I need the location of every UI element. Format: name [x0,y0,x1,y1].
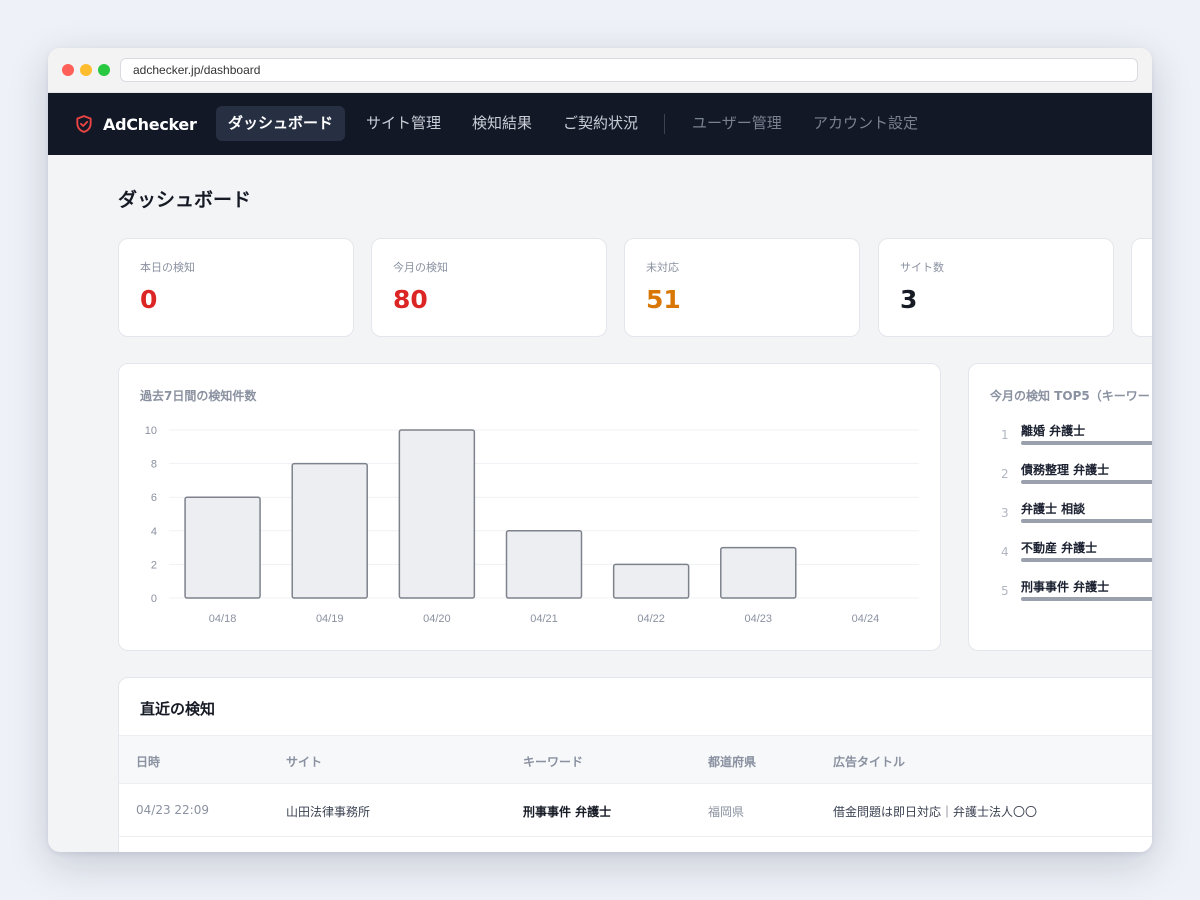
stat-card-month: 今月の検知 80 [371,238,607,337]
x-tick-label: 04/22 [637,613,665,625]
table-header: 日時 サイト キーワード 都道府県 広告タイトル [119,735,1152,784]
rank-number: 4 [1001,545,1009,559]
rank-keyword: 債務整理 弁護士 [1021,463,1110,477]
x-tick-label: 04/23 [745,613,773,625]
browser-titlebar: adchecker.jp/dashboard [48,48,1152,93]
table-row[interactable]: 04/23 22:09 山田法律事務所 刑事事件 弁護士 福岡県 借金問題は即日… [119,784,1152,837]
recent-detections-card: 直近の検知 日時 サイト キーワード 都道府県 広告タイトル 04/23 22:… [118,677,1152,852]
minimize-window-button[interactable] [80,64,92,76]
y-tick-label: 6 [151,492,157,504]
rank-number: 2 [1001,467,1009,481]
top5-item: 4 不動産 弁護士 [989,539,1152,575]
column-header[interactable]: サイト [286,753,322,770]
rank-number: 3 [1001,506,1009,520]
stat-label: 今月の検知 [393,261,448,274]
rank-keyword: 不動産 弁護士 [1021,541,1098,555]
cell-ad-title: 借金問題は即日対応｜弁護士法人〇〇 [833,805,1038,819]
rank-number: 1 [1001,428,1009,442]
nav-detection-results[interactable]: 検知結果 [460,106,544,141]
maximize-window-button[interactable] [98,64,110,76]
stat-card-partial [1131,238,1152,337]
cell-keyword: 刑事事件 弁護士 [523,805,612,819]
x-tick-label: 04/18 [209,613,237,625]
top5-item: 2 債務整理 弁護士 [989,461,1152,497]
stat-label: 本日の検知 [140,261,195,274]
address-bar[interactable]: adchecker.jp/dashboard [120,58,1138,82]
bar [398,429,476,599]
shield-check-icon [76,115,92,133]
stat-label: サイト数 [900,261,944,274]
x-tick-label: 04/20 [423,613,451,625]
y-tick-label: 2 [151,559,157,571]
nav-account-settings[interactable]: アカウント設定 [801,106,930,141]
x-tick-label: 04/19 [316,613,344,625]
rank-number: 5 [1001,584,1009,598]
bar [184,496,261,599]
stat-label: 未対応 [646,261,679,274]
rank-bar [1021,441,1152,445]
rank-keyword: 弁護士 相談 [1021,502,1086,516]
top5-card: 今月の検知 TOP5（キーワード） 1 離婚 弁護士 2 債務整理 弁護士 3 … [968,363,1152,651]
rank-bar [1021,480,1152,484]
rank-bar [1021,558,1152,562]
column-header[interactable]: 都道府県 [708,753,756,770]
nav-contract-status[interactable]: ご契約状況 [551,106,650,141]
cell-prefecture: 福岡県 [708,805,745,819]
chart-card: 過去7日間の検知件数 0 2 4 6 8 10 04/18 04/19 04/20 04/21 04… [118,363,941,651]
column-header[interactable]: 広告タイトル [833,753,905,770]
close-window-button[interactable] [62,64,74,76]
stat-value: 0 [140,285,158,314]
nav-site-management[interactable]: サイト管理 [354,106,453,141]
stat-card-sites: サイト数 3 [878,238,1114,337]
cell-datetime: 04/23 22:09 [136,803,209,817]
top5-item: 1 離婚 弁護士 [989,422,1152,458]
cell-site: 山田法律事務所 [286,805,371,819]
column-header[interactable]: キーワード [523,753,583,770]
rank-keyword: 刑事事件 弁護士 [1021,580,1110,594]
top5-item: 3 弁護士 相談 [989,500,1152,536]
x-tick-label: 04/24 [852,613,880,625]
page-title: ダッシュボード [118,189,252,211]
y-tick-label: 10 [145,425,157,437]
nav-divider [664,114,665,134]
rank-keyword: 離婚 弁護士 [1021,424,1086,438]
nav-user-management[interactable]: ユーザー管理 [680,106,794,141]
brand-logo[interactable]: AdChecker [74,112,197,136]
bar [720,546,797,599]
top5-item: 5 刑事事件 弁護士 [989,578,1152,614]
stat-value: 80 [393,285,428,314]
nav-dashboard[interactable]: ダッシュボード [216,106,346,141]
main-content: ダッシュボード 本日の検知 0 今月の検知 80 未対応 51 サイト数 3 過… [48,155,1152,852]
bar [291,462,368,599]
stat-value: 51 [646,285,681,314]
y-tick-label: 4 [151,526,157,538]
brand-name: AdChecker [103,114,197,134]
stat-value: 3 [900,285,918,314]
stat-card-unresolved: 未対応 51 [624,238,860,337]
top-navbar: AdChecker ダッシュボード サイト管理 検知結果 ご契約状況 ユーザー管… [48,93,1152,155]
rank-bar [1021,519,1152,523]
x-tick-label: 04/21 [530,613,558,625]
top5-title: 今月の検知 TOP5（キーワード） [990,389,1152,403]
y-tick-label: 8 [151,459,157,471]
bar-chart: 0 2 4 6 8 10 04/18 04/19 04/20 04/21 04/22 04/23 04/… [145,425,919,625]
bar [505,530,583,599]
stat-card-today: 本日の検知 0 [118,238,354,337]
table-title: 直近の検知 [140,700,216,718]
browser-window: adchecker.jp/dashboard AdChecker ダッシュボード… [48,48,1152,852]
y-tick-label: 0 [151,593,157,605]
column-header[interactable]: 日時 [136,753,160,770]
bar [612,563,690,599]
rank-bar [1021,597,1152,601]
